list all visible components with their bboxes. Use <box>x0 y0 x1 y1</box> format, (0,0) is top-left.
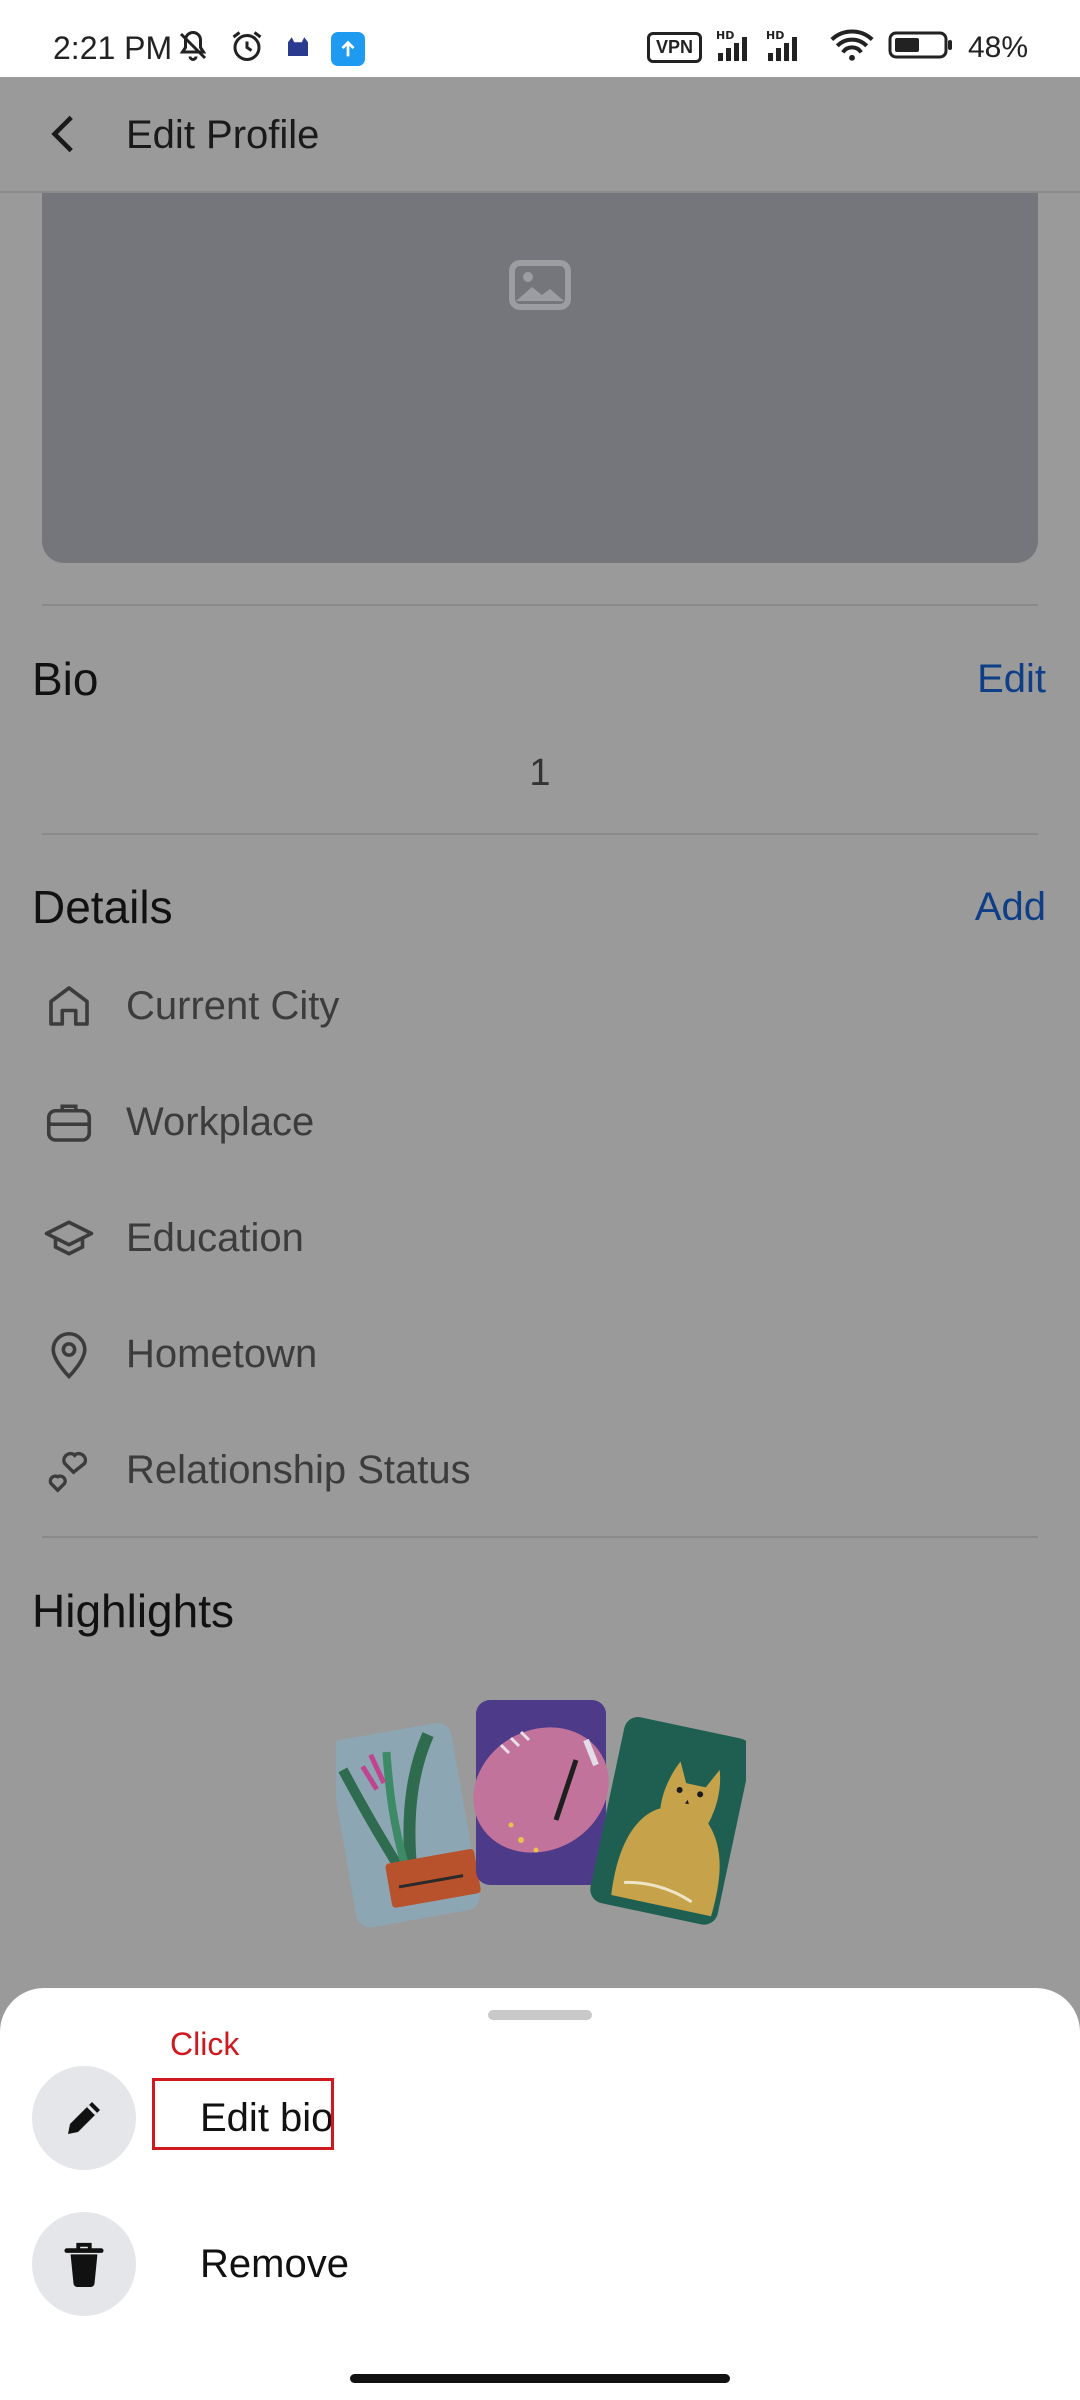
detail-label: Workplace <box>126 1099 315 1144</box>
click-annotation: Click <box>170 2026 240 2062</box>
divider <box>42 604 1038 606</box>
bio-heading: Bio <box>32 653 99 705</box>
pencil-icon <box>32 2066 136 2170</box>
edit-bio-link[interactable]: Edit <box>977 657 1046 702</box>
upload-icon <box>331 31 365 66</box>
battery-percent: 48% <box>967 30 1028 64</box>
gesture-nav-bar[interactable] <box>350 2374 730 2383</box>
back-arrow-icon[interactable] <box>40 109 90 159</box>
detail-row-relationship-status[interactable]: Relationship Status <box>40 1432 471 1508</box>
hearts-icon <box>40 1441 98 1499</box>
detail-label: Education <box>126 1215 304 1260</box>
app-bar: Edit Profile <box>0 77 1080 193</box>
status-bar: 2:21 PM VPN HD HD 48% <box>0 0 1080 77</box>
location-pin-icon <box>40 1325 98 1383</box>
app-icon <box>283 31 313 66</box>
detail-row-current-city[interactable]: Current City <box>40 968 339 1044</box>
mute-icon <box>175 28 211 69</box>
cover-photo[interactable] <box>42 193 1038 563</box>
details-heading: Details <box>32 881 173 933</box>
detail-label: Relationship Status <box>126 1447 471 1492</box>
svg-text:HD: HD <box>766 29 784 42</box>
status-time: 2:21 PM <box>53 30 173 66</box>
battery-icon <box>888 30 954 65</box>
page-title: Edit Profile <box>126 113 320 157</box>
click-highlight-box <box>152 2078 334 2150</box>
add-details-link[interactable]: Add <box>975 885 1046 930</box>
bio-text: 1 <box>529 752 551 794</box>
highlights-illustration <box>328 1700 752 1940</box>
divider <box>42 833 1038 835</box>
hd-signal-icon: HD HD <box>716 27 816 68</box>
detail-row-workplace[interactable]: Workplace <box>40 1084 314 1160</box>
detail-label: Hometown <box>126 1331 318 1376</box>
divider <box>42 1536 1038 1538</box>
remove-label: Remove <box>200 2241 349 2286</box>
graduation-cap-icon <box>40 1209 98 1267</box>
wifi-icon <box>830 28 874 67</box>
remove-option[interactable]: Remove <box>32 2212 349 2316</box>
home-icon <box>40 977 98 1035</box>
briefcase-icon <box>40 1093 98 1151</box>
detail-row-education[interactable]: Education <box>40 1200 304 1276</box>
bottom-sheet: Edit bio Remove <box>0 1988 1080 2400</box>
sheet-drag-handle[interactable] <box>488 2010 592 2020</box>
highlights-heading: Highlights <box>32 1585 234 1637</box>
trash-icon <box>32 2212 136 2316</box>
alarm-icon <box>229 28 265 69</box>
svg-text:HD: HD <box>716 29 734 42</box>
detail-label: Current City <box>126 983 340 1028</box>
image-icon <box>508 259 572 316</box>
vpn-badge: VPN <box>646 32 702 63</box>
detail-row-hometown[interactable]: Hometown <box>40 1316 317 1392</box>
